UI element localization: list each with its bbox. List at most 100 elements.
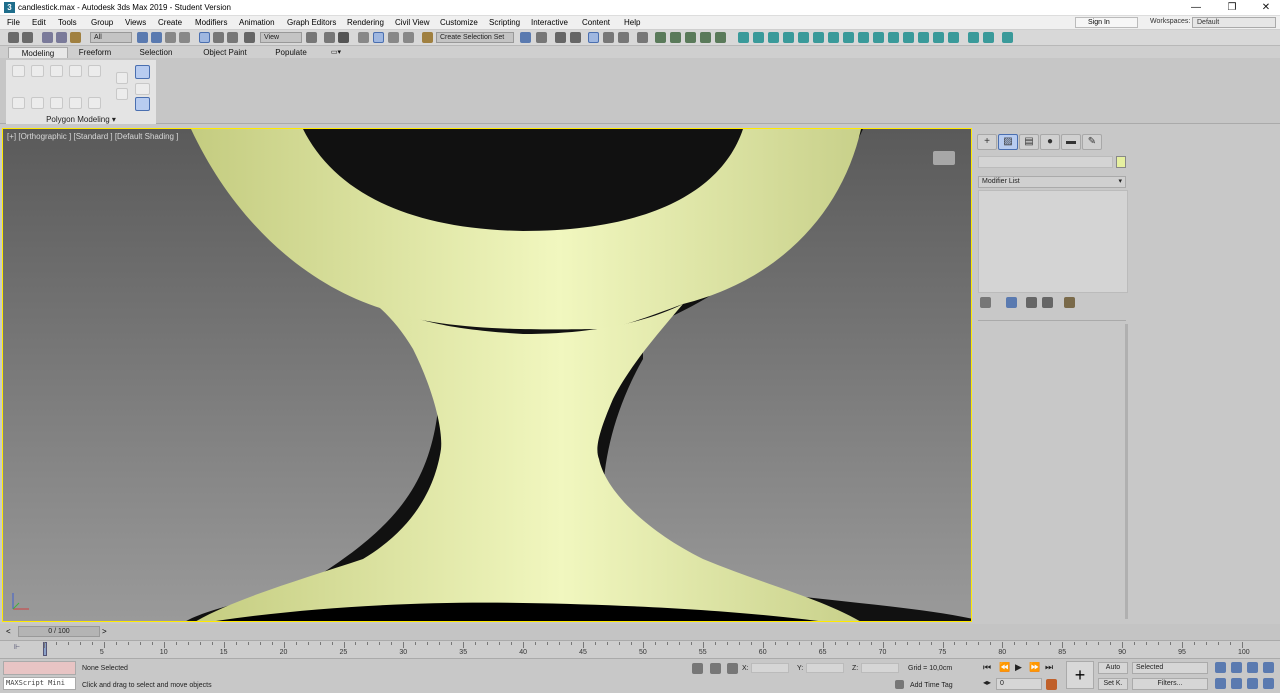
menu-create[interactable]: Create (158, 18, 182, 27)
unlink-icon[interactable] (56, 32, 67, 43)
object-name-field[interactable] (978, 156, 1113, 168)
menu-customize[interactable]: Customize (440, 18, 478, 27)
angle-snap-icon[interactable] (373, 32, 384, 43)
light-lister-icon[interactable] (948, 32, 959, 43)
curve-editor-icon[interactable] (603, 32, 614, 43)
tab-modeling[interactable]: Modeling (8, 47, 68, 58)
keyboard-shortcut-icon[interactable] (338, 32, 349, 43)
display-floater-icon[interactable] (888, 32, 899, 43)
percent-snap-icon[interactable] (388, 32, 399, 43)
workspace-icon[interactable] (1002, 32, 1013, 43)
create-tab-icon[interactable]: + (977, 134, 997, 150)
material-editor-icon[interactable] (637, 32, 648, 43)
z-coordinate-field[interactable] (861, 663, 899, 673)
scene-explorer-icon[interactable] (555, 32, 566, 43)
make-editable-icon[interactable] (88, 97, 101, 109)
zoom-all-icon[interactable] (1231, 662, 1242, 673)
manipulate-icon[interactable] (324, 32, 335, 43)
key-filter-select[interactable]: Selected (1132, 662, 1208, 674)
orbit-icon[interactable] (1247, 678, 1258, 689)
make-unique-icon[interactable] (1026, 297, 1037, 308)
window-crossing-icon[interactable] (179, 32, 190, 43)
maxscript-listener[interactable] (3, 661, 76, 675)
reference-coord-select[interactable]: View (260, 32, 302, 43)
create-spacewarp-icon[interactable] (828, 32, 839, 43)
tab-selection[interactable]: Selection (132, 47, 180, 58)
workspaces-select[interactable]: Default (1192, 17, 1276, 28)
viewport-orthographic[interactable]: [+] [Orthographic ] [Standard ] [Default… (2, 128, 972, 622)
zoom-extents-icon[interactable] (1247, 662, 1258, 673)
pan-icon[interactable] (1231, 678, 1242, 689)
maximize-viewport-icon[interactable] (1263, 678, 1274, 689)
panel-scrollbar[interactable] (1125, 324, 1128, 619)
menu-help[interactable]: Help (624, 18, 640, 27)
safe-frame-icon[interactable] (933, 32, 944, 43)
menu-content[interactable]: Content (582, 18, 610, 27)
motion-tab-icon[interactable]: ● (1040, 134, 1060, 150)
panel-label[interactable]: Polygon Modeling ▾ (6, 115, 156, 124)
y-coordinate-field[interactable] (806, 663, 844, 673)
current-frame-field[interactable]: 0 (996, 678, 1042, 690)
edge-view-icon[interactable] (983, 32, 994, 43)
polygon-icon[interactable] (69, 65, 82, 77)
utilities-tab-icon[interactable]: ✎ (1082, 134, 1102, 150)
sign-in-button[interactable]: Sign In (1075, 17, 1138, 28)
pin-icon[interactable] (980, 297, 991, 308)
menu-animation[interactable]: Animation (239, 18, 275, 27)
close-button[interactable]: ✕ (1254, 0, 1278, 16)
set-key-icon[interactable]: + (1066, 661, 1094, 689)
play-icon[interactable]: ▶ (1015, 662, 1022, 673)
tab-freeform[interactable]: Freeform (70, 47, 120, 58)
object-color-swatch[interactable] (1116, 156, 1126, 168)
filters-button[interactable]: Filters... (1132, 678, 1208, 690)
menu-civil-view[interactable]: Civil View (395, 18, 430, 27)
time-prev-icon[interactable]: < (6, 627, 11, 636)
menu-file[interactable]: File (7, 18, 20, 27)
rotate-icon[interactable] (213, 32, 224, 43)
create-shape-icon[interactable] (783, 32, 794, 43)
menu-group[interactable]: Group (91, 18, 113, 27)
app-icon[interactable]: 3 (4, 2, 15, 13)
named-selection-set-select[interactable]: Create Selection Set (436, 32, 514, 43)
remove-modifier-icon[interactable] (1042, 297, 1053, 308)
absolute-mode-icon[interactable] (727, 663, 738, 674)
add-time-tag-button[interactable]: Add Time Tag (910, 682, 953, 689)
render-production-icon[interactable] (685, 32, 696, 43)
curve-editor-toggle-icon[interactable]: ⊩ (14, 643, 20, 651)
next-modifier-icon[interactable] (50, 97, 63, 109)
create-geometry-icon[interactable] (798, 32, 809, 43)
pin-stack-icon[interactable] (135, 97, 150, 111)
toggle-ribbon-icon[interactable] (588, 32, 599, 43)
render-in-cloud-icon[interactable] (715, 32, 726, 43)
menu-modifiers[interactable]: Modifiers (195, 18, 227, 27)
next-frame-icon[interactable]: ⏩ (1029, 662, 1040, 673)
align-icon[interactable] (536, 32, 547, 43)
selection-filter-select[interactable]: All (90, 32, 132, 43)
menu-interactive[interactable]: Interactive (531, 18, 568, 27)
edge-icon[interactable] (31, 65, 44, 77)
menu-tools[interactable]: Tools (58, 18, 77, 27)
selection-lock-icon[interactable] (710, 663, 721, 674)
viewport-layout-icon[interactable] (903, 32, 914, 43)
mirror-icon[interactable] (520, 32, 531, 43)
go-to-end-icon[interactable]: ⏭ (1045, 662, 1053, 673)
go-to-start-icon[interactable]: ⏮ (983, 662, 991, 673)
element-icon[interactable] (88, 65, 101, 77)
modify-mode-icon[interactable] (12, 97, 25, 109)
vertex-icon[interactable] (12, 65, 25, 77)
render-setup-icon[interactable] (655, 32, 666, 43)
repeat-last-icon[interactable] (116, 88, 128, 100)
select-object-icon[interactable] (137, 32, 148, 43)
zoom-extents-all-icon[interactable] (1263, 662, 1274, 673)
create-system-icon[interactable] (813, 32, 824, 43)
track-bar[interactable]: ⊩ 5 10 15 20 25 30 35 40 45 50 55 60 65 70 75 80 85 90 95 1… (0, 640, 1280, 658)
zoom-icon[interactable] (1215, 662, 1226, 673)
maxscript-mini-field[interactable]: MAXScript Mini (3, 677, 76, 690)
previous-modifier-icon[interactable] (31, 97, 44, 109)
move-icon[interactable] (199, 32, 210, 43)
redo-icon[interactable] (22, 32, 33, 43)
tab-populate[interactable]: Populate (268, 47, 314, 58)
viewcube-icon[interactable] (933, 151, 955, 165)
show-end-result-stack-icon[interactable] (1006, 297, 1017, 308)
place-icon[interactable] (244, 32, 255, 43)
